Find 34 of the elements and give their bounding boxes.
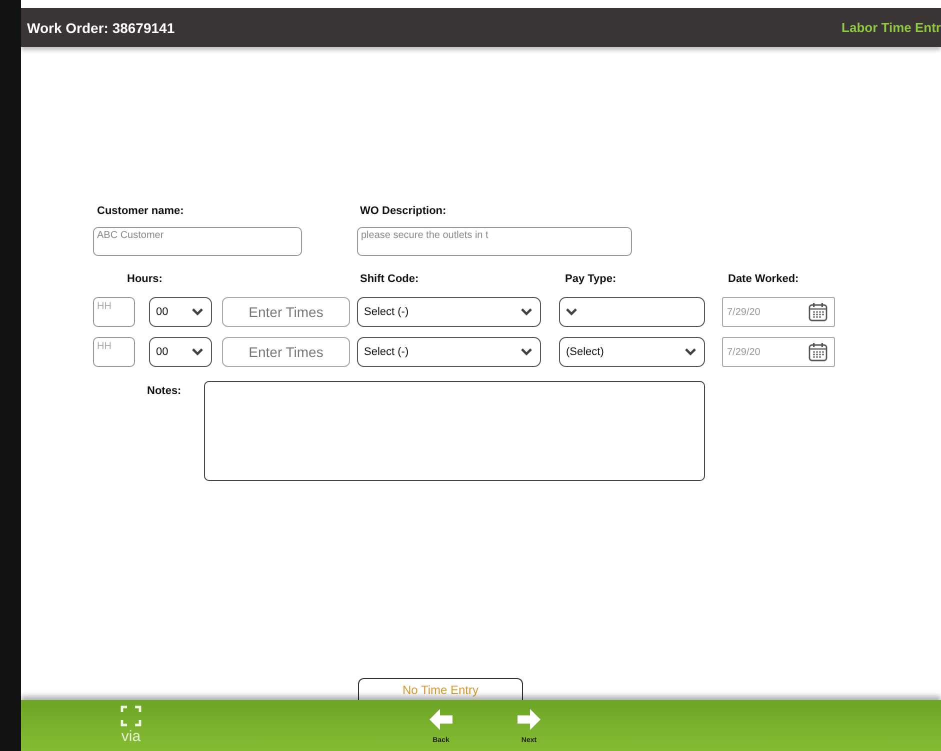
pay-type-select[interactable]: (Select): [559, 337, 705, 367]
chevron-icon: [566, 308, 577, 316]
calendar-icon[interactable]: [808, 342, 828, 362]
pay-type-select[interactable]: [559, 297, 705, 327]
enter-times-button[interactable]: Enter Times: [222, 337, 350, 367]
chevron-icon: [192, 308, 203, 316]
enter-times-button[interactable]: Enter Times: [222, 297, 350, 327]
customer-field[interactable]: ABC Customer: [93, 227, 302, 256]
notes-field[interactable]: [204, 381, 705, 481]
minutes-select[interactable]: 00: [149, 337, 212, 367]
calendar-icon[interactable]: [808, 302, 828, 322]
column-label: Pay Type:: [565, 273, 618, 285]
minutes-select[interactable]: 00: [149, 297, 212, 327]
hours-field[interactable]: HH: [93, 297, 135, 327]
description-field[interactable]: please secure the outlets in t: [357, 227, 632, 256]
window-title: Work Order: 38679141: [27, 20, 175, 36]
shift-code-select[interactable]: Select (-): [357, 337, 541, 367]
field-label: WO Description:: [360, 205, 446, 217]
field-label: Customer name:: [97, 205, 185, 217]
chevron-icon: [521, 348, 532, 356]
hours-field[interactable]: HH: [93, 337, 135, 367]
logo-icon: [119, 703, 143, 729]
column-label: Date Worked:: [728, 273, 799, 285]
logo-text: via: [121, 729, 141, 745]
shift-code-select[interactable]: Select (-): [357, 297, 541, 327]
column-label: Shift Code:: [360, 273, 420, 285]
chevron-icon: [192, 348, 203, 356]
field-label: Notes:: [147, 385, 182, 397]
left-arrow-icon: [428, 708, 454, 731]
chevron-icon: [521, 308, 532, 316]
column-label: Hours:: [127, 273, 164, 285]
chevron-icon: [685, 348, 696, 356]
section-title: Labor Time Entr: [842, 20, 941, 35]
right-arrow-icon: [516, 708, 542, 731]
